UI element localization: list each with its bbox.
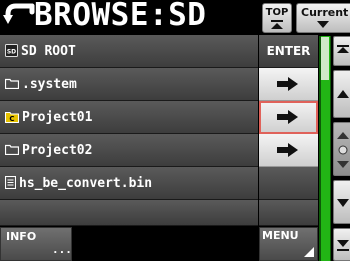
list-item[interactable]: hs_be_convert.bin [0, 167, 318, 200]
list-item-label: Project01 [22, 110, 93, 125]
empty-action-cell [259, 167, 318, 200]
list-item-name[interactable]: hs_be_convert.bin [0, 167, 258, 200]
current-button-label: Current [301, 6, 349, 19]
scroll-bottom-button[interactable] [333, 228, 350, 261]
page-title: BROWSE:SD [34, 0, 207, 33]
folder-icon [5, 144, 19, 155]
arrow-right-icon [277, 77, 298, 91]
jump-top-icon [271, 20, 283, 29]
folder-icon [5, 78, 19, 89]
list-item-label: hs_be_convert.bin [19, 176, 153, 191]
scroll-down-button[interactable] [333, 180, 350, 224]
menu-corner-icon [304, 247, 314, 257]
list-item-name[interactable]: Project02 [0, 134, 258, 167]
list-item-label: .system [22, 77, 77, 92]
empty-row [0, 200, 258, 226]
current-project-folder-icon: C [5, 111, 19, 123]
menu-button-label: MENU [262, 229, 299, 242]
chevron-down-icon [337, 199, 349, 207]
top-button[interactable]: TOP [262, 3, 292, 33]
list-item-name[interactable]: C Project01 [0, 101, 258, 134]
svg-text:C: C [9, 115, 14, 123]
chevron-up-icon [337, 90, 349, 98]
scroll-thumb-icon [337, 132, 349, 168]
open-folder-button[interactable] [259, 68, 318, 101]
jump-top-icon [337, 45, 349, 53]
root-row-name: SD SD ROOT [0, 35, 258, 68]
info-more-label: ... [52, 243, 72, 256]
root-label: SD ROOT [21, 44, 76, 59]
top-button-label: TOP [265, 7, 289, 18]
svg-text:SD: SD [7, 49, 16, 56]
info-button-label: INFO [6, 230, 37, 243]
open-folder-button[interactable] [259, 134, 318, 167]
back-arrow-icon[interactable] [2, 2, 38, 32]
list-item-name[interactable]: .system [0, 68, 258, 101]
arrow-right-icon [277, 143, 298, 157]
file-icon [5, 176, 16, 189]
scrollbar-thumb[interactable] [321, 37, 329, 80]
selection-highlight [259, 101, 318, 134]
list-item-label: Project02 [22, 143, 93, 158]
current-button[interactable]: Current [296, 3, 350, 33]
list-item[interactable]: .system [0, 68, 318, 101]
scroll-top-button[interactable] [333, 36, 350, 66]
jump-bottom-icon [337, 240, 349, 251]
empty-action-cell [259, 200, 318, 226]
list-item[interactable]: Project02 [0, 134, 318, 167]
chevron-down-icon [317, 21, 329, 28]
enter-button[interactable]: ENTER [259, 35, 318, 68]
root-row: SD SD ROOT ENTER [0, 35, 318, 68]
scroll-position-slider[interactable] [333, 122, 350, 176]
scroll-up-button[interactable] [333, 70, 350, 118]
sd-card-icon: SD [5, 44, 18, 57]
